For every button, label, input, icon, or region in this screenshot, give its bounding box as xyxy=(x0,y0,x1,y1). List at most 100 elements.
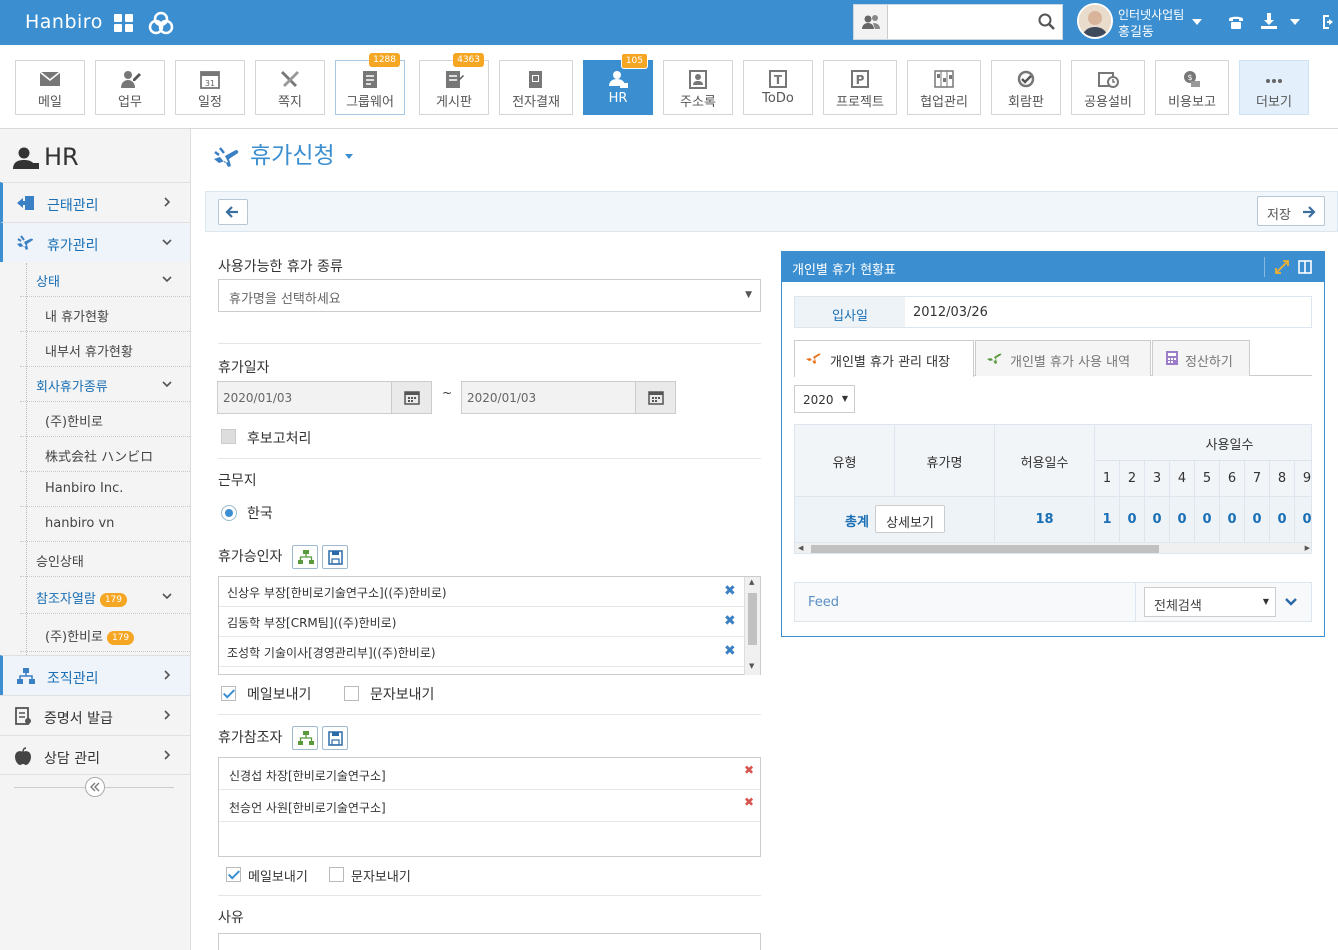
app-task[interactable]: 업무 xyxy=(95,60,165,115)
download-icon[interactable] xyxy=(1260,12,1278,30)
approver-save-button[interactable] xyxy=(322,545,348,569)
send-sms-checkbox[interactable] xyxy=(344,686,359,701)
app-hr[interactable]: 105 HR xyxy=(583,53,653,115)
page-title[interactable]: 휴가신청 xyxy=(212,136,353,170)
app-facility[interactable]: 공용설비 xyxy=(1071,60,1145,115)
remove-x-icon[interactable]: ✖ xyxy=(724,643,736,659)
app-groupware[interactable]: 1288 그룹웨어 xyxy=(335,53,405,115)
save-button[interactable]: 저장 xyxy=(1257,196,1325,226)
app-todo[interactable]: T ToDo xyxy=(743,60,813,115)
sidebar-item-status[interactable]: 상태 xyxy=(20,262,190,297)
cc-save-button[interactable] xyxy=(322,726,348,750)
search-icon[interactable] xyxy=(1038,13,1056,31)
search-scope-button[interactable] xyxy=(854,5,888,39)
user-name[interactable]: 홍길동 xyxy=(1118,21,1154,40)
approver-org-button[interactable] xyxy=(292,545,318,569)
chevron-down-icon[interactable] xyxy=(1284,596,1298,608)
send-sms-checkbox-2[interactable] xyxy=(329,867,344,882)
split-view-icon[interactable] xyxy=(1298,260,1312,274)
sidebar-item-counsel[interactable]: 상담 관리 xyxy=(0,735,190,775)
tab-leave-history[interactable]: 개인별 휴가 사용 내역 xyxy=(975,340,1151,376)
date-from-picker-button[interactable] xyxy=(391,382,431,413)
sidebar-item-dept-leave[interactable]: 내부서 휴가현황 xyxy=(20,332,190,367)
sidebar-item-co1[interactable]: (주)한비로 xyxy=(20,402,190,437)
app-approval[interactable]: 전자결재 xyxy=(499,60,573,115)
sidebar-item-approval-status[interactable]: 승인상태 xyxy=(20,542,190,577)
sidebar-item-cc-view[interactable]: 참조자열람 179 xyxy=(20,579,190,614)
divider xyxy=(218,458,761,459)
used-value-cell: 0 xyxy=(1220,497,1245,543)
scroll-down-icon[interactable]: ▼ xyxy=(749,662,754,670)
date-from-field[interactable]: 2020/01/03 xyxy=(217,381,432,414)
date-range-tilde: ~ xyxy=(442,386,453,400)
send-mail-checkbox[interactable] xyxy=(221,686,236,701)
app-expense[interactable]: $ 비용보고 xyxy=(1155,60,1229,115)
app-mail[interactable]: 메일 xyxy=(15,60,85,115)
approver-scrollbar[interactable]: ▲ ▼ xyxy=(744,577,760,675)
sidebar-item-cert[interactable]: 증명서 발급 xyxy=(0,695,190,735)
app-board[interactable]: 4363 게시판 xyxy=(419,53,489,115)
phone-icon[interactable] xyxy=(1227,13,1245,31)
app-circular[interactable]: 회람판 xyxy=(991,60,1061,115)
back-button[interactable] xyxy=(218,199,248,225)
scroll-left-icon[interactable]: ◀ xyxy=(798,544,803,552)
cc-org-button[interactable] xyxy=(292,726,318,750)
cc-list[interactable]: 신경섭 차장[한비로기술연구소] ✖ 천승언 사원[한비로기술연구소] ✖ xyxy=(218,757,761,857)
project-icon: P xyxy=(851,70,869,88)
date-to-field[interactable]: 2020/01/03 xyxy=(461,381,676,414)
remove-x-icon[interactable]: ✖ xyxy=(724,583,736,599)
send-sms-label: 문자보내기 xyxy=(370,687,435,703)
avatar[interactable] xyxy=(1077,3,1113,39)
apps-grid-icon[interactable] xyxy=(113,12,135,34)
remove-x-icon[interactable]: ✖ xyxy=(724,613,736,629)
feed-search-select[interactable]: 전체검색 ▼ xyxy=(1144,587,1276,617)
hanbiro-logo-icon[interactable] xyxy=(148,10,174,36)
leave-type-select[interactable]: 휴가명을 선택하세요 ▼ xyxy=(218,279,761,312)
remove-x-icon[interactable]: ✖ xyxy=(744,795,754,809)
sidebar-item-attendance[interactable]: 근태관리 xyxy=(0,182,190,222)
app-more[interactable]: 더보기 xyxy=(1239,60,1309,115)
scroll-up-icon[interactable]: ▲ xyxy=(749,578,754,586)
year-select[interactable]: 2020 ▼ xyxy=(794,385,855,413)
sidebar-collapse-button[interactable] xyxy=(85,777,105,797)
sidebar-item-co3[interactable]: Hanbiro Inc. xyxy=(20,472,190,507)
expense-icon: $ xyxy=(1184,71,1200,87)
app-calendar[interactable]: 31 일정 xyxy=(175,60,245,115)
detail-button[interactable]: 상세보기 xyxy=(875,505,945,533)
tab-settlement[interactable]: 정산하기 xyxy=(1152,340,1250,376)
sidebar-item-cc-co[interactable]: (주)한비로 179 xyxy=(20,617,190,652)
sidebar: HR 근태관리 휴가관리 상태 내 휴가현황 내부서 휴가현황 회사휴가종류 (… xyxy=(0,129,191,950)
app-contacts[interactable]: 주소록 xyxy=(663,60,733,115)
user-menu-chevron-icon[interactable] xyxy=(1192,19,1202,25)
scroll-right-icon[interactable]: ▶ xyxy=(1305,544,1310,552)
app-memo[interactable]: 쪽지 xyxy=(255,60,325,115)
certificate-icon xyxy=(15,707,31,725)
workplace-radio-korea[interactable] xyxy=(221,505,237,521)
sidebar-item-leave[interactable]: 휴가관리 xyxy=(0,222,190,262)
expand-icon[interactable] xyxy=(1275,260,1289,274)
sidebar-item-org[interactable]: 조직관리 xyxy=(0,655,190,695)
sidebar-item-my-leave[interactable]: 내 휴가현황 xyxy=(20,297,190,332)
app-collaboration[interactable]: 협업관리 xyxy=(907,60,981,115)
scroll-thumb[interactable] xyxy=(811,545,1159,553)
send-mail-checkbox-2[interactable] xyxy=(226,867,241,882)
download-menu-chevron-icon[interactable] xyxy=(1290,19,1300,25)
tab-leave-ledger[interactable]: 개인별 휴가 관리 대장 xyxy=(794,340,974,377)
chevron-down-icon xyxy=(162,593,172,600)
title-caret-icon xyxy=(344,154,353,159)
sidebar-item-co4[interactable]: hanbiro vn xyxy=(20,507,190,542)
logout-icon[interactable] xyxy=(1322,14,1336,30)
sidebar-item-company-types[interactable]: 회사휴가종류 xyxy=(20,367,190,402)
col-name: 휴가명 xyxy=(895,425,995,497)
post-report-checkbox[interactable] xyxy=(221,429,236,444)
scroll-thumb[interactable] xyxy=(748,593,757,645)
reason-textarea[interactable] xyxy=(218,933,761,950)
grid-hscroll[interactable]: ◀ ▶ xyxy=(795,543,1311,553)
sidebar-item-co2[interactable]: 株式会社 ハンビロ xyxy=(20,437,190,472)
app-project[interactable]: P 프로젝트 xyxy=(823,60,897,115)
brand-logo[interactable]: Hanbiro xyxy=(25,11,103,33)
date-to-picker-button[interactable] xyxy=(635,382,675,413)
approver-list[interactable]: 신상우 부장[한비로기술연구소]((주)한비로) ✖ 김동학 부장[CRM팀]((… xyxy=(218,576,761,675)
remove-x-icon[interactable]: ✖ xyxy=(744,763,754,777)
search-box[interactable] xyxy=(853,4,1063,40)
